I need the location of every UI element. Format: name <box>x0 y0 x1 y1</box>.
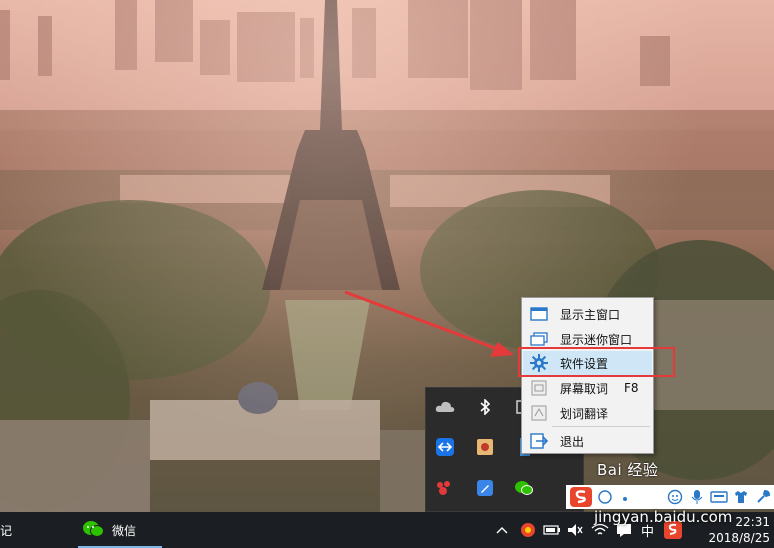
ime-tools-icon[interactable] <box>754 488 772 506</box>
wechat-icon <box>82 519 106 542</box>
menu-separator <box>552 426 650 427</box>
menu-item-label: 屏幕取词 <box>560 381 609 396</box>
wallpaper-haze <box>0 0 774 512</box>
annotation-highlight-box <box>518 347 675 377</box>
ime-skin-icon[interactable] <box>732 488 750 506</box>
volume-icon[interactable] <box>567 512 583 548</box>
youdao-icon[interactable] <box>475 437 495 457</box>
bluetooth-icon[interactable] <box>475 397 495 417</box>
tray-overflow-chevron-icon[interactable] <box>496 512 508 548</box>
ime-keyboard-icon[interactable] <box>710 488 728 506</box>
menu-item-label: 划词翻译 <box>560 406 609 421</box>
taskbar-item-label: 记 <box>0 523 13 538</box>
menu-item-label: 显示迷你窗口 <box>560 332 633 347</box>
menu-item-label: 退出 <box>560 434 585 449</box>
clock-date: 2018/8/25 <box>708 531 770 545</box>
ime-mode-icon[interactable] <box>596 488 614 506</box>
menu-item-exit[interactable]: 退出 <box>523 429 652 453</box>
ime-emoji-icon[interactable] <box>666 488 684 506</box>
tray-app-icon[interactable] <box>519 512 537 548</box>
menu-item-selection-translate[interactable]: 划词翻译 <box>523 401 652 425</box>
text-select-icon <box>528 404 550 422</box>
mini-window-icon <box>528 330 550 348</box>
exit-icon <box>528 432 550 450</box>
window-icon <box>528 305 550 323</box>
shortcut-key: F8 <box>624 381 639 395</box>
battery-icon[interactable] <box>543 512 561 548</box>
ime-toolbar <box>566 485 774 509</box>
taskbar-item-label: 微信 <box>112 523 137 538</box>
desktop-wallpaper <box>0 0 774 512</box>
baidu-netdisk-icon[interactable] <box>435 478 455 498</box>
watermark-logo: Bai 经验 <box>597 461 659 479</box>
screen-capture-icon <box>528 379 550 397</box>
ime-punct-icon[interactable] <box>618 488 636 506</box>
menu-item-screen-word-capture[interactable]: 屏幕取词 F8 <box>523 376 652 400</box>
watermark-url: jingyan.baidu.com <box>594 508 733 526</box>
ime-voice-icon[interactable] <box>688 488 706 506</box>
taskbar-item-partial[interactable]: 记 <box>0 512 12 548</box>
menu-item-show-main-window[interactable]: 显示主窗口 <box>523 302 652 326</box>
notepad-icon[interactable] <box>475 478 495 498</box>
wechat-icon[interactable] <box>514 478 534 498</box>
sogou-logo-icon[interactable] <box>570 487 592 507</box>
menu-item-label: 显示主窗口 <box>560 307 621 322</box>
taskbar-item-wechat[interactable]: 微信 <box>78 512 162 548</box>
onedrive-icon[interactable] <box>435 397 455 417</box>
teamviewer-icon[interactable] <box>435 437 455 457</box>
